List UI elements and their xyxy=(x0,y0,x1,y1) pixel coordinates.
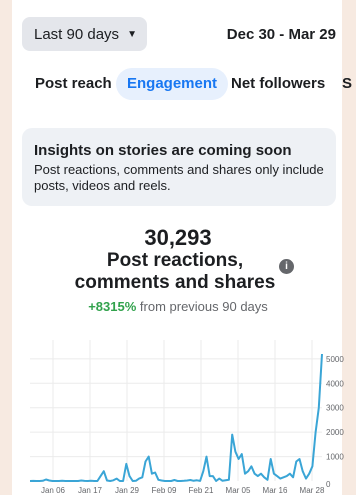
y-tick-label: 3000 xyxy=(326,404,344,413)
y-tick-label: 2000 xyxy=(326,428,344,437)
y-tick-label: 4000 xyxy=(326,379,344,388)
x-tick-label: Feb 09 xyxy=(152,486,177,495)
date-range-dropdown[interactable]: Last 90 days ▼ xyxy=(22,17,147,51)
x-tick-label: Mar 28 xyxy=(300,486,325,495)
date-range-text: Dec 30 - Mar 29 xyxy=(226,26,336,43)
y-tick-label: 1000 xyxy=(326,453,344,462)
info-icon[interactable]: i xyxy=(279,259,294,274)
y-tick-label: 5000 xyxy=(326,355,344,364)
x-tick-label: Jan 17 xyxy=(78,486,103,495)
engagement-line-chart: 0 1000 2000 3000 4000 5000 Jan 06 Jan 17 Jan 29 F… xyxy=(29,340,344,495)
metric-tabs: Post reach Engagement Net followers S xyxy=(22,68,356,100)
change-text: from previous 90 days xyxy=(136,299,268,314)
series-line xyxy=(29,353,323,482)
x-tick-label: Mar 16 xyxy=(263,486,288,495)
tab-net-followers[interactable]: Net followers xyxy=(231,68,325,100)
x-tick-label: Jan 29 xyxy=(115,486,140,495)
x-tick-label: Jan 06 xyxy=(41,486,66,495)
tab-engagement[interactable]: Engagement xyxy=(116,68,229,100)
caret-down-icon: ▼ xyxy=(127,28,137,40)
notice-body: Post reactions, comments and shares only… xyxy=(34,162,324,193)
date-range-dropdown-label: Last 90 days xyxy=(34,25,120,43)
notice-title: Insights on stories are coming soon xyxy=(34,142,292,159)
tab-partial[interactable]: S xyxy=(342,68,352,100)
x-tick-label: Mar 05 xyxy=(226,486,251,495)
change-percent: +8315% xyxy=(88,299,137,314)
tab-post-reach[interactable]: Post reach xyxy=(35,68,112,100)
metric-change: +8315% from previous 90 days xyxy=(0,299,356,314)
x-tick-label: Feb 21 xyxy=(189,486,214,495)
y-tick-label: 0 xyxy=(326,480,331,489)
stories-notice: Insights on stories are coming soon Post… xyxy=(22,128,336,206)
metric-label: Post reactions, comments and shares xyxy=(74,250,276,293)
metric-total: 30,293 xyxy=(144,225,212,250)
